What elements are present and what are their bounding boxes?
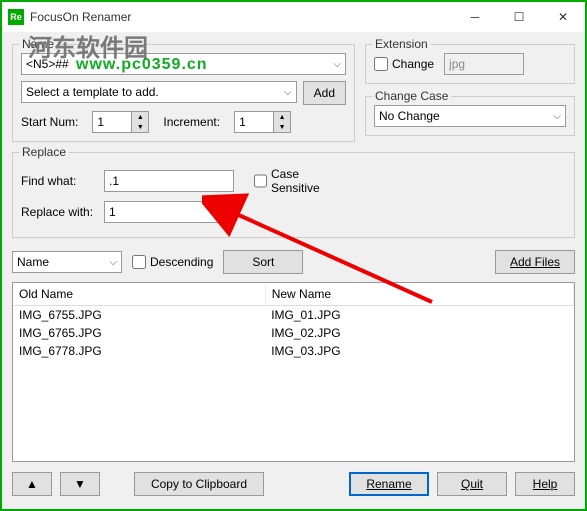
move-down-button[interactable]: ▼ xyxy=(60,472,100,496)
name-legend: Name xyxy=(19,37,57,51)
new-name-cell: IMG_03.JPG xyxy=(265,342,573,360)
chevron-down-icon: ⌵ xyxy=(284,87,292,98)
old-name-header[interactable]: Old Name xyxy=(13,283,265,306)
template-combo[interactable]: Select a template to add. ⌵ xyxy=(21,81,297,103)
change-case-value: No Change xyxy=(379,109,440,123)
copy-clipboard-button[interactable]: Copy to Clipboard xyxy=(134,472,264,496)
change-ext-checkbox[interactable]: Change xyxy=(374,57,434,71)
name-fieldset: Name <N5>## ⌵ Select a template to add. … xyxy=(12,44,355,142)
chevron-down-icon: ⌵ xyxy=(333,59,341,70)
rename-button[interactable]: Rename xyxy=(349,472,429,496)
minimize-button[interactable]: ─ xyxy=(453,2,497,32)
close-button[interactable]: ✕ xyxy=(541,2,585,32)
replace-fieldset: Replace Find what: Case Sensitive Replac… xyxy=(12,152,575,238)
table-row[interactable]: IMG_6765.JPGIMG_02.JPG xyxy=(13,324,574,342)
maximize-button[interactable]: ☐ xyxy=(497,2,541,32)
name-pattern-combo[interactable]: <N5>## ⌵ xyxy=(21,53,346,75)
name-pattern-value: <N5>## xyxy=(26,57,69,71)
descending-checkbox[interactable]: Descending xyxy=(132,255,213,269)
new-name-cell: IMG_02.JPG xyxy=(265,324,573,342)
app-icon: Re xyxy=(8,9,24,25)
table-row[interactable]: IMG_6778.JPGIMG_03.JPG xyxy=(13,342,574,360)
descending-input[interactable] xyxy=(132,255,146,269)
case-sensitive-input[interactable] xyxy=(254,174,267,188)
window-title: FocusOn Renamer xyxy=(30,10,453,24)
file-table[interactable]: Old Name New Name IMG_6755.JPGIMG_01.JPG… xyxy=(12,282,575,462)
title-bar: Re FocusOn Renamer ─ ☐ ✕ xyxy=(2,2,585,32)
help-button[interactable]: Help xyxy=(515,472,575,496)
increment-label: Increment: xyxy=(163,115,220,129)
template-placeholder: Select a template to add. xyxy=(26,85,159,99)
old-name-cell: IMG_6778.JPG xyxy=(13,342,265,360)
replace-with-input[interactable] xyxy=(104,201,234,223)
spin-up-icon[interactable]: ▲ xyxy=(132,112,148,122)
start-num-label: Start Num: xyxy=(21,115,78,129)
sort-field-value: Name xyxy=(17,255,49,269)
change-ext-label: Change xyxy=(392,57,434,71)
sort-field-combo[interactable]: Name ⌵ xyxy=(12,251,122,273)
extension-legend: Extension xyxy=(372,37,431,51)
change-case-fieldset: Change Case No Change ⌵ xyxy=(365,96,575,136)
increment-input[interactable] xyxy=(234,111,274,133)
old-name-cell: IMG_6765.JPG xyxy=(13,324,265,342)
ext-value-input xyxy=(444,53,524,75)
change-ext-input[interactable] xyxy=(374,57,388,71)
new-name-header[interactable]: New Name xyxy=(265,283,573,306)
table-row[interactable]: IMG_6755.JPGIMG_01.JPG xyxy=(13,306,574,325)
move-up-button[interactable]: ▲ xyxy=(12,472,52,496)
sort-button[interactable]: Sort xyxy=(223,250,303,274)
descending-label: Descending xyxy=(150,255,213,269)
quit-button[interactable]: Quit xyxy=(437,472,507,496)
case-sensitive-label: Case Sensitive xyxy=(271,167,329,195)
start-num-input[interactable] xyxy=(92,111,132,133)
change-case-combo[interactable]: No Change ⌵ xyxy=(374,105,566,127)
add-files-button[interactable]: Add Files xyxy=(495,250,575,274)
start-num-spinner[interactable]: ▲▼ xyxy=(92,111,149,133)
find-what-label: Find what: xyxy=(21,174,96,188)
replace-with-label: Replace with: xyxy=(21,205,96,219)
increment-spinner[interactable]: ▲▼ xyxy=(234,111,291,133)
add-template-button[interactable]: Add xyxy=(303,81,346,105)
change-case-legend: Change Case xyxy=(372,89,451,103)
spin-down-icon[interactable]: ▼ xyxy=(132,122,148,132)
chevron-down-icon: ⌵ xyxy=(553,111,561,122)
find-what-input[interactable] xyxy=(104,170,234,192)
chevron-down-icon: ⌵ xyxy=(109,257,117,268)
replace-legend: Replace xyxy=(19,145,69,159)
case-sensitive-checkbox[interactable]: Case Sensitive xyxy=(254,167,329,195)
extension-fieldset: Extension Change xyxy=(365,44,575,84)
old-name-cell: IMG_6755.JPG xyxy=(13,306,265,325)
spin-up-icon[interactable]: ▲ xyxy=(274,112,290,122)
spin-down-icon[interactable]: ▼ xyxy=(274,122,290,132)
new-name-cell: IMG_01.JPG xyxy=(265,306,573,325)
